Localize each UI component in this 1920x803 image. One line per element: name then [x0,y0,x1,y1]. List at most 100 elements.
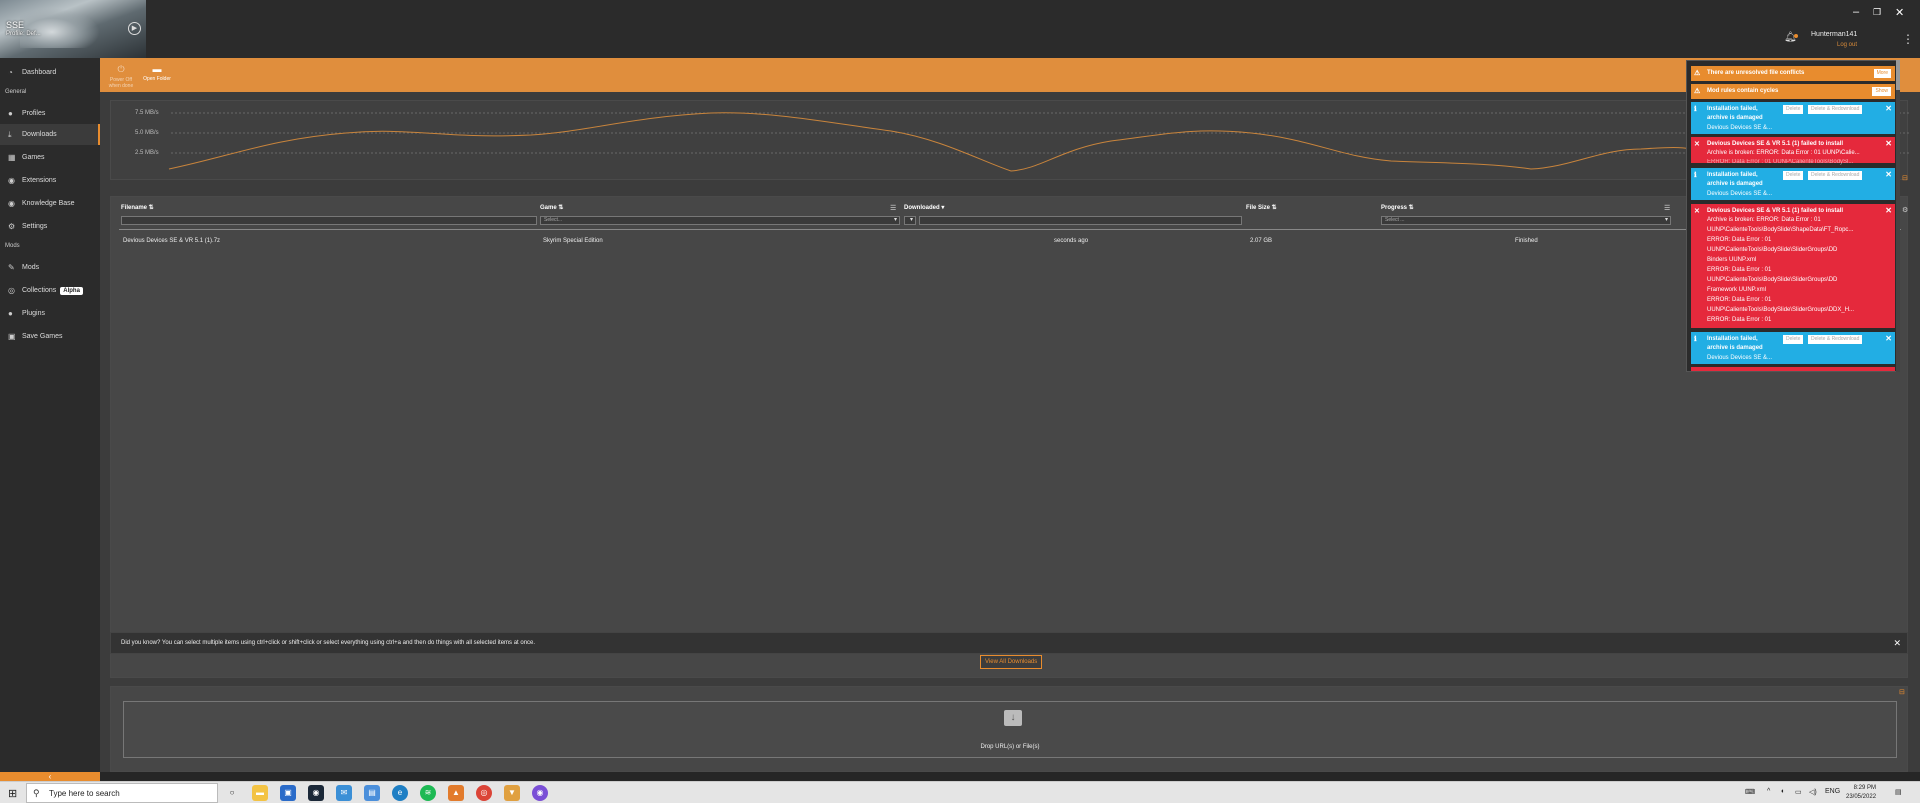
delete-redownload-button[interactable]: Delete & Redownload [1808,335,1863,344]
delete-redownload-button[interactable]: Delete & Redownload [1808,171,1863,180]
game-banner[interactable]: SSE Profile: Def... ▶ [0,0,146,58]
power-off-toggle[interactable]: ⏻ Power Off when done [106,64,136,89]
sidebar-item-save-games[interactable]: ▣ Save Games [0,326,100,347]
tray-app-icon[interactable]: ◐ [1781,788,1785,795]
y-tick-label: 2.5 MB/s [135,150,159,156]
sidebar-item-downloads[interactable]: ⤓ Downloads [0,124,100,145]
sidebar-item-plugins[interactable]: ● Plugins [0,303,100,324]
mail-icon[interactable]: ✉ [336,785,352,801]
active-profile: Profile: Def... [6,31,41,37]
open-folder-button[interactable]: ▬ Open Folder [142,64,172,82]
column-header-file-size[interactable]: File Size ⇅ [1246,204,1277,211]
column-menu-icon[interactable]: ☰ [1664,204,1670,212]
row-filename: Devious Devices SE & VR 5.1 (1).7z [123,238,221,244]
notification-failed-to-install: ✕ Devious Devices SE & VR 5.1 (1) failed… [1691,137,1895,165]
sidebar-item-dashboard[interactable]: ◔ Dashboard [0,62,100,83]
downloaded-filter-operator[interactable]: ▾ [904,216,916,225]
app-icon[interactable]: ◉ [532,785,548,801]
sidebar-item-mods[interactable]: ✎ Mods [0,257,100,278]
settings-gear-icon[interactable]: ⚙ [1902,206,1908,214]
keyboard-icon[interactable]: ⌨ [1745,788,1755,796]
sidebar-item-settings[interactable]: ⚙ Settings [0,216,100,237]
sidebar-item-profiles[interactable]: ● Profiles [0,103,100,124]
task-view-icon[interactable]: ○ [224,785,240,801]
tray-chevron-icon[interactable]: ^ [1767,788,1770,795]
sidebar-item-knowledge-base[interactable]: ◉ Knowledge Base [0,193,100,214]
sidebar-item-label: Games [22,154,45,161]
speed-line [168,112,1692,172]
close-icon[interactable]: ✕ [1885,206,1892,215]
drop-zone[interactable]: ↓ Drop URL(s) or File(s) [123,701,1897,758]
windows-start-icon[interactable]: ⊞ [8,787,17,800]
column-header-game[interactable]: Game ⇅ [540,204,563,211]
sidebar-item-extensions[interactable]: ◉ Extensions [0,170,100,191]
notification-title: archive is damaged [1707,181,1763,187]
more-button[interactable]: More [1873,69,1891,78]
network-icon[interactable]: ▭ [1795,788,1802,796]
progress-filter-select[interactable]: Select ... ▾ [1381,216,1671,225]
game-banner-art [20,8,100,48]
delete-button[interactable]: Delete [1783,105,1804,114]
toolbar: ⏻ Power Off when done ▬ Open Folder [100,58,1920,92]
app-icon[interactable]: ▲ [448,785,464,801]
column-header-downloaded[interactable]: Downloaded ▾ [904,204,944,211]
delete-button[interactable]: Delete [1783,171,1804,180]
sidebar-item-games[interactable]: ▦ Games [0,147,100,168]
row-file-size: 2.07 GB [1250,238,1273,244]
row-downloaded: seconds ago [1054,238,1089,244]
delete-redownload-button[interactable]: Delete & Redownload [1808,105,1863,114]
maximize-button[interactable]: ❐ [1873,7,1881,18]
notification-message: Devious Devices SE &... [1707,191,1773,197]
logout-link[interactable]: Log out [1837,42,1857,48]
close-icon[interactable]: ✕ [1885,334,1892,343]
warning-icon: ⚠ [1694,70,1701,77]
column-header-label: Filename [121,205,148,211]
chrome-icon[interactable]: ◎ [476,785,492,801]
show-button[interactable]: Show [1872,87,1891,96]
folder-icon: ▬ [152,64,162,74]
edge-icon[interactable]: e [392,785,408,801]
minimize-panel-icon[interactable]: ⊟ [1899,688,1905,696]
play-icon[interactable]: ▶ [128,22,141,35]
downloaded-filter-input[interactable] [919,216,1242,225]
language-indicator[interactable]: ENG [1825,788,1840,795]
downloads-table: Filename ⇅ Game ⇅ ☰ Downloaded ▾ File Si… [110,196,1908,678]
close-icon[interactable]: ✕ [1885,104,1892,113]
minimize-button[interactable]: – [1853,6,1859,18]
drop-panel: ↓ Drop URL(s) or File(s) [110,686,1908,772]
scrollbar-thumb[interactable] [1896,60,1900,90]
os-taskbar: ⊞ ⚲ Type here to search ○ ▬ ▣ ◉ ✉ ▤ e ≋ … [0,781,1920,803]
game-filter-select[interactable]: Select... ▾ [540,216,900,225]
store-icon[interactable]: ▣ [280,785,296,801]
notification-message: ERROR: Data Error : 01 UUNP\CalienteTool… [1707,159,1854,165]
column-menu-icon[interactable]: ☰ [890,204,896,212]
close-icon[interactable]: ✕ [1885,139,1892,148]
close-window-button[interactable]: ✕ [1895,6,1904,19]
delete-button[interactable]: Delete [1783,335,1804,344]
sidebar-item-collections[interactable]: ◎ Collections Alpha [0,280,100,301]
taskbar-search[interactable]: ⚲ Type here to search [26,783,218,803]
action-center-icon[interactable]: ▤ [1895,788,1902,796]
spotify-icon[interactable]: ≋ [420,785,436,801]
sidebar-item-label: Settings [22,223,48,230]
notification-scrollbar[interactable] [1896,60,1900,372]
row-game: Skyrim Special Edition [543,238,603,244]
view-all-downloads-button[interactable]: View All Downloads [980,655,1043,669]
close-icon[interactable]: ✕ [1893,638,1901,649]
clock[interactable]: 8:29 PM 23/05/2022 [1846,784,1876,802]
collapse-graph-icon[interactable]: ⊟ [1902,174,1908,182]
collapse-sidebar-button[interactable]: ‹ [0,772,100,781]
column-header-filename[interactable]: Filename ⇅ [121,204,154,211]
column-header-progress[interactable]: Progress ⇅ [1381,204,1414,211]
close-icon[interactable]: ✕ [1885,170,1892,179]
app-icon[interactable]: ▤ [364,785,380,801]
sidebar-item-label: Mods [22,264,40,271]
steam-icon[interactable]: ◉ [308,785,324,801]
notification-install-failed: ℹ Installation failed, archive is damage… [1691,332,1895,364]
kebab-menu-icon[interactable]: ⋮ [1902,32,1914,46]
filename-filter-input[interactable] [121,216,537,225]
volume-icon[interactable]: ◁) [1809,788,1817,796]
sidebar-item-label: Save Games [22,333,63,340]
vortex-icon[interactable]: ▼ [504,785,520,801]
file-explorer-icon[interactable]: ▬ [252,785,268,801]
